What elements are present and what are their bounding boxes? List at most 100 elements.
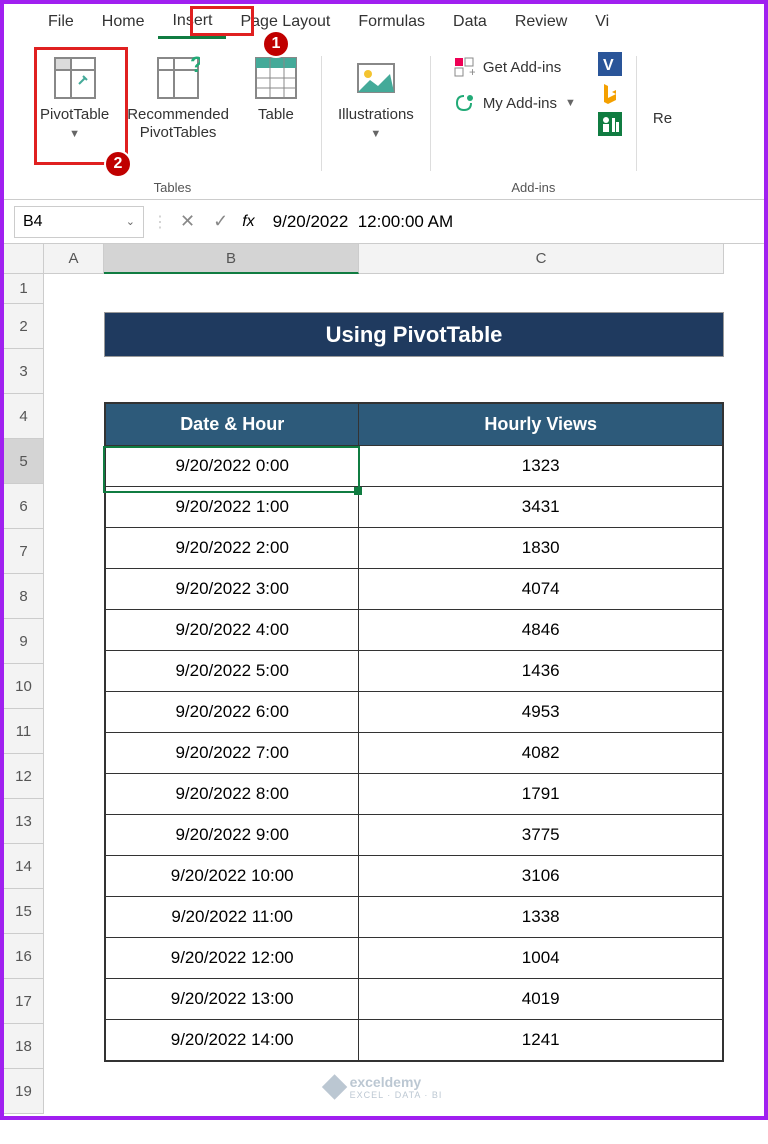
row-header-19[interactable]: 19 bbox=[4, 1069, 44, 1114]
cell-hourly-views[interactable]: 4953 bbox=[359, 692, 722, 732]
column-header-b[interactable]: B bbox=[104, 244, 359, 274]
tab-home[interactable]: Home bbox=[88, 7, 159, 37]
row-header-6[interactable]: 6 bbox=[4, 484, 44, 529]
table-row[interactable]: 9/20/2022 13:004019 bbox=[106, 978, 722, 1019]
watermark-brand: exceldemy bbox=[350, 1074, 443, 1090]
ribbon-group-truncated: Re bbox=[637, 48, 688, 199]
cell-hourly-views[interactable]: 1323 bbox=[359, 446, 722, 486]
row-header-11[interactable]: 11 bbox=[4, 709, 44, 754]
cell-date-hour[interactable]: 9/20/2022 14:00 bbox=[106, 1020, 359, 1060]
row-header-9[interactable]: 9 bbox=[4, 619, 44, 664]
table-row[interactable]: 9/20/2022 0:001323 bbox=[106, 445, 722, 486]
row-header-15[interactable]: 15 bbox=[4, 889, 44, 934]
my-addins-button[interactable]: My Add-ins ▼ bbox=[445, 88, 584, 118]
cell-date-hour[interactable]: 9/20/2022 4:00 bbox=[106, 610, 359, 650]
cell-date-hour[interactable]: 9/20/2022 11:00 bbox=[106, 897, 359, 937]
cell-hourly-views[interactable]: 1436 bbox=[359, 651, 722, 691]
cell-hourly-views[interactable]: 4074 bbox=[359, 569, 722, 609]
row-header-16[interactable]: 16 bbox=[4, 934, 44, 979]
row-header-2[interactable]: 2 bbox=[4, 304, 44, 349]
table-row[interactable]: 9/20/2022 10:003106 bbox=[106, 855, 722, 896]
cell-hourly-views[interactable]: 4082 bbox=[359, 733, 722, 773]
table-row[interactable]: 9/20/2022 7:004082 bbox=[106, 732, 722, 773]
tab-insert[interactable]: Insert bbox=[158, 6, 226, 39]
cell-hourly-views[interactable]: 1830 bbox=[359, 528, 722, 568]
separator-icon: ⋮ bbox=[152, 212, 168, 232]
cell-hourly-views[interactable]: 3431 bbox=[359, 487, 722, 527]
table-row[interactable]: 9/20/2022 4:004846 bbox=[106, 609, 722, 650]
cell-date-hour[interactable]: 9/20/2022 5:00 bbox=[106, 651, 359, 691]
cell-date-hour[interactable]: 9/20/2022 10:00 bbox=[106, 856, 359, 896]
table-row[interactable]: 9/20/2022 6:004953 bbox=[106, 691, 722, 732]
people-graph-icon[interactable] bbox=[598, 112, 622, 136]
row-header-8[interactable]: 8 bbox=[4, 574, 44, 619]
title-banner: Using PivotTable bbox=[104, 312, 724, 357]
bing-icon[interactable] bbox=[598, 82, 622, 106]
cell-date-hour[interactable]: 9/20/2022 12:00 bbox=[106, 938, 359, 978]
cell-date-hour[interactable]: 9/20/2022 13:00 bbox=[106, 979, 359, 1019]
cell-date-hour[interactable]: 9/20/2022 2:00 bbox=[106, 528, 359, 568]
cell-date-hour[interactable]: 9/20/2022 1:00 bbox=[106, 487, 359, 527]
fx-icon[interactable]: fx bbox=[242, 213, 254, 231]
cell-hourly-views[interactable]: 4846 bbox=[359, 610, 722, 650]
cell-hourly-views[interactable]: 1004 bbox=[359, 938, 722, 978]
cell-date-hour[interactable]: 9/20/2022 6:00 bbox=[106, 692, 359, 732]
row-header-13[interactable]: 13 bbox=[4, 799, 44, 844]
table-row[interactable]: 9/20/2022 8:001791 bbox=[106, 773, 722, 814]
recommended-pivottables-button[interactable]: ? Recommended PivotTables bbox=[121, 48, 235, 176]
row-header-10[interactable]: 10 bbox=[4, 664, 44, 709]
cell-hourly-views[interactable]: 1241 bbox=[359, 1020, 722, 1060]
row-header-18[interactable]: 18 bbox=[4, 1024, 44, 1069]
row-header-12[interactable]: 12 bbox=[4, 754, 44, 799]
row-header-4[interactable]: 4 bbox=[4, 394, 44, 439]
row-header-1[interactable]: 1 bbox=[4, 274, 44, 304]
tab-formulas[interactable]: Formulas bbox=[344, 7, 439, 37]
tab-file[interactable]: File bbox=[34, 7, 88, 37]
table-row[interactable]: 9/20/2022 1:003431 bbox=[106, 486, 722, 527]
visio-icon[interactable]: V bbox=[598, 52, 622, 76]
get-addins-button[interactable]: + Get Add-ins bbox=[445, 52, 584, 82]
table-row[interactable]: 9/20/2022 14:001241 bbox=[106, 1019, 722, 1060]
table-row[interactable]: 9/20/2022 5:001436 bbox=[106, 650, 722, 691]
table-row[interactable]: 9/20/2022 2:001830 bbox=[106, 527, 722, 568]
tab-view[interactable]: Vi bbox=[581, 7, 623, 37]
select-all-corner[interactable] bbox=[4, 244, 44, 274]
truncated-button[interactable]: Re bbox=[647, 48, 678, 199]
cell-date-hour[interactable]: 9/20/2022 8:00 bbox=[106, 774, 359, 814]
tab-page-layout[interactable]: Page Layout bbox=[226, 7, 344, 37]
cell-date-hour[interactable]: 9/20/2022 0:00 bbox=[106, 446, 359, 486]
row-header-17[interactable]: 17 bbox=[4, 979, 44, 1024]
ribbon-group-addins-label: Add-ins bbox=[511, 176, 555, 199]
cell-grid[interactable]: Using PivotTable Date & Hour Hourly View… bbox=[44, 274, 764, 1144]
column-header-a[interactable]: A bbox=[44, 244, 104, 274]
cell-hourly-views[interactable]: 4019 bbox=[359, 979, 722, 1019]
row-header-7[interactable]: 7 bbox=[4, 529, 44, 574]
cell-hourly-views[interactable]: 1338 bbox=[359, 897, 722, 937]
cell-hourly-views[interactable]: 3775 bbox=[359, 815, 722, 855]
cell-date-hour[interactable]: 9/20/2022 7:00 bbox=[106, 733, 359, 773]
cell-date-hour[interactable]: 9/20/2022 3:00 bbox=[106, 569, 359, 609]
row-headers-col: 12345678910111213141516171819 bbox=[4, 244, 44, 1144]
ribbon-group-tables-label: Tables bbox=[154, 176, 192, 199]
cell-date-hour[interactable]: 9/20/2022 9:00 bbox=[106, 815, 359, 855]
pivottable-button[interactable]: PivotTable▼ bbox=[34, 48, 115, 176]
table-row[interactable]: 9/20/2022 9:003775 bbox=[106, 814, 722, 855]
illustrations-button[interactable]: Illustrations▼ bbox=[332, 48, 420, 176]
row-header-14[interactable]: 14 bbox=[4, 844, 44, 889]
column-header-c[interactable]: C bbox=[359, 244, 724, 274]
tab-data[interactable]: Data bbox=[439, 7, 501, 37]
cell-hourly-views[interactable]: 1791 bbox=[359, 774, 722, 814]
enter-formula-button[interactable]: ✓ bbox=[209, 211, 232, 232]
cell-hourly-views[interactable]: 3106 bbox=[359, 856, 722, 896]
table-button[interactable]: Table bbox=[241, 48, 311, 176]
table-row[interactable]: 9/20/2022 12:001004 bbox=[106, 937, 722, 978]
table-row[interactable]: 9/20/2022 3:004074 bbox=[106, 568, 722, 609]
table-icon bbox=[252, 54, 300, 102]
table-row[interactable]: 9/20/2022 11:001338 bbox=[106, 896, 722, 937]
cancel-formula-button[interactable]: ✕ bbox=[176, 211, 199, 232]
name-box[interactable]: B4 ⌄ bbox=[14, 206, 144, 238]
formula-input[interactable] bbox=[263, 212, 754, 232]
row-header-5[interactable]: 5 bbox=[4, 439, 44, 484]
row-header-3[interactable]: 3 bbox=[4, 349, 44, 394]
tab-review[interactable]: Review bbox=[501, 7, 581, 37]
